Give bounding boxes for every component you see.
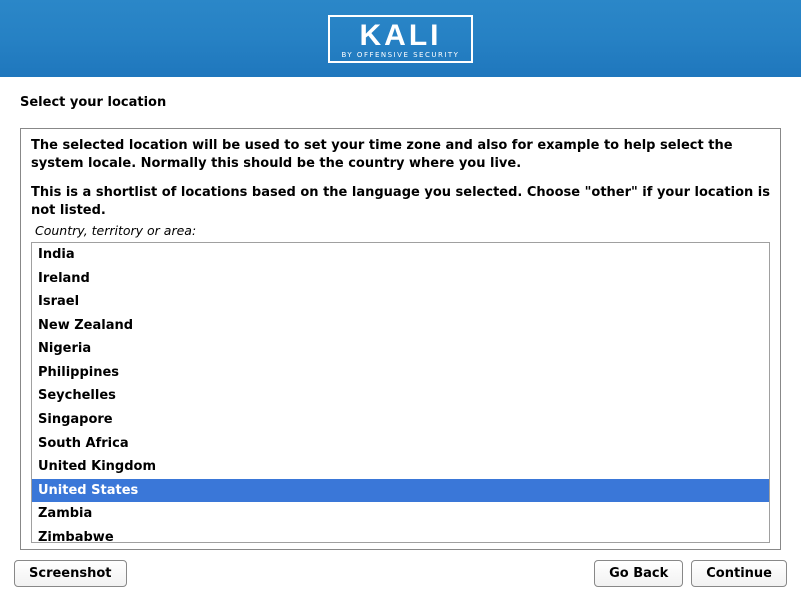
logo-subtitle: BY OFFENSIVE SECURITY — [342, 51, 460, 59]
footer-right-group: Go Back Continue — [594, 560, 787, 587]
location-option[interactable]: Ireland — [32, 267, 769, 291]
description-primary: The selected location will be used to se… — [31, 137, 770, 172]
location-option[interactable]: United Kingdom — [32, 455, 769, 479]
location-option[interactable]: Seychelles — [32, 384, 769, 408]
kali-logo: KALI BY OFFENSIVE SECURITY — [328, 15, 474, 63]
page-title: Select your location — [20, 95, 781, 110]
location-option[interactable]: South Africa — [32, 432, 769, 456]
location-option[interactable]: Singapore — [32, 408, 769, 432]
go-back-button[interactable]: Go Back — [594, 560, 683, 587]
content-area: Select your location The selected locati… — [0, 77, 801, 550]
logo-text: KALI — [359, 21, 441, 51]
location-option[interactable]: Israel — [32, 290, 769, 314]
field-label: Country, territory or area: — [35, 223, 770, 238]
locations-listbox[interactable]: IndiaIrelandIsraelNew ZealandNigeriaPhil… — [31, 242, 770, 543]
location-option[interactable]: Nigeria — [32, 337, 769, 361]
installer-header: KALI BY OFFENSIVE SECURITY — [0, 0, 801, 77]
description-secondary: This is a shortlist of locations based o… — [31, 184, 770, 219]
main-panel: The selected location will be used to se… — [20, 128, 781, 550]
location-option[interactable]: Zambia — [32, 502, 769, 526]
location-option[interactable]: Philippines — [32, 361, 769, 385]
location-option[interactable]: United States — [32, 479, 769, 503]
location-option[interactable]: India — [32, 243, 769, 267]
location-option[interactable]: New Zealand — [32, 314, 769, 338]
footer-bar: Screenshot Go Back Continue — [0, 550, 801, 601]
continue-button[interactable]: Continue — [691, 560, 787, 587]
location-option[interactable]: Zimbabwe — [32, 526, 769, 543]
screenshot-button[interactable]: Screenshot — [14, 560, 127, 587]
